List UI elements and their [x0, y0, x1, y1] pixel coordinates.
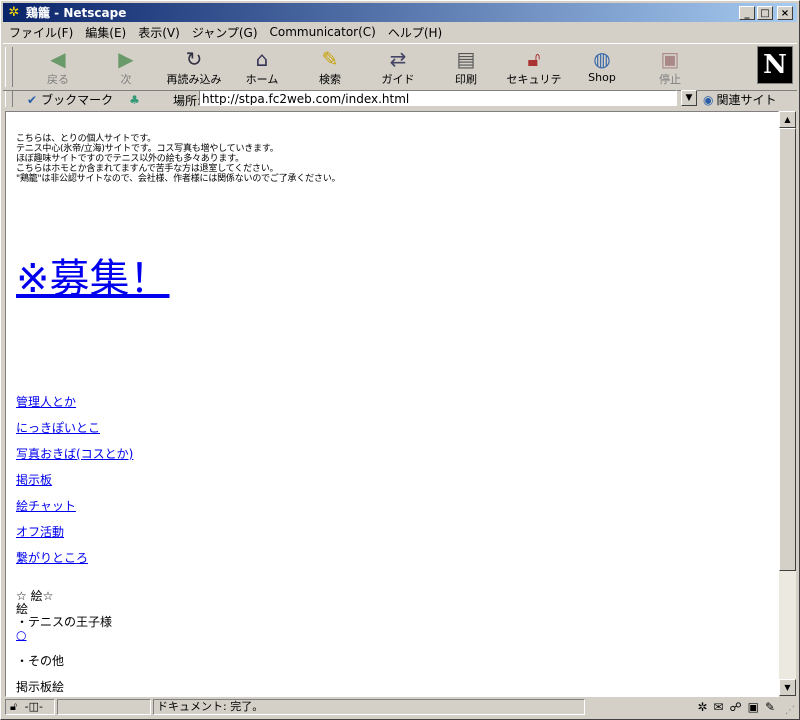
printer-icon: ▤ — [456, 47, 476, 71]
print-label: 印刷 — [455, 73, 477, 86]
stop-button[interactable]: ▣ 停止 — [639, 47, 701, 89]
link-diary[interactable]: にっきぽいとこ — [16, 420, 133, 446]
home-button[interactable]: ⌂ ホーム — [231, 47, 293, 89]
art-item-bbs: 掲示板絵 — [16, 680, 65, 694]
address-book-icon[interactable]: ▣ — [748, 700, 759, 714]
vertical-scrollbar[interactable]: ▲ ▼ — [779, 111, 796, 696]
shop-button[interactable]: ◍ Shop — [571, 47, 633, 89]
close-button[interactable]: × — [777, 5, 793, 20]
menu-view[interactable]: 表示(V) — [132, 24, 186, 41]
location-label: 場所: — [173, 94, 202, 108]
art-item-tennis: ・テニスの王子様 — [16, 615, 113, 629]
stop-icon: ▣ — [660, 47, 680, 71]
maximize-button[interactable]: □ — [757, 5, 773, 20]
link-photos[interactable]: 写真おきば(コスとか) — [16, 446, 133, 472]
reload-button[interactable]: ↻ 再読み込み — [163, 47, 225, 89]
component-bar: ✲ ✉ ☍ ▣ ✎ — [697, 700, 775, 714]
composer-icon[interactable]: ✎ — [765, 700, 775, 714]
recruit-link[interactable]: ※募集！ — [16, 246, 170, 304]
home-icon: ⌂ — [255, 47, 269, 71]
plug-icon: -◫- — [24, 700, 43, 713]
title-bar: ✲ 鶏籠 - Netscape _ □ × — [3, 3, 797, 22]
menu-communicator[interactable]: Communicator(C) — [264, 25, 382, 39]
status-text: ドキュメント: 完了。 — [153, 699, 585, 715]
search-label: 検索 — [319, 73, 341, 86]
link-oekaki-chat[interactable]: 絵チャット — [16, 498, 133, 524]
forward-arrow-icon: ▶ — [118, 47, 134, 71]
shop-bag-icon: ◍ — [593, 47, 611, 71]
art-section: ☆ 絵☆ 絵 ・テニスの王子様 ○ ・その他 掲示板絵 — [16, 590, 112, 694]
intro-line: こちらはホモとか含まれてますんで苦手な方は退室してください。 — [16, 164, 279, 174]
url-input[interactable]: http://stpa.fc2web.com/index.html — [199, 90, 677, 106]
navigation-toolbar: ◀ 戻る ▶ 次 ↻ 再読み込み ⌂ ホーム ✎ 検索 ⇄ ガイド ▤ 印刷 🔓… — [3, 43, 797, 102]
mail-icon[interactable]: ✉ — [713, 700, 723, 714]
menu-edit[interactable]: 編集(E) — [79, 24, 132, 41]
navigator-icon[interactable]: ✲ — [697, 700, 707, 714]
guide-button[interactable]: ⇄ ガイド — [367, 47, 429, 89]
bookmarks-label: ブックマーク — [41, 93, 114, 107]
back-label: 戻る — [47, 73, 69, 86]
related-sites-label: 関連サイト — [716, 93, 777, 107]
home-label: ホーム — [245, 73, 279, 86]
location-page-icon: ♣ — [129, 92, 140, 107]
intro-line: こちらは、とりの個人サイトです。 — [16, 134, 156, 144]
intro-line: ほぼ趣味サイトですのでテニス以外の絵も多々あります。 — [16, 154, 244, 164]
netscape-app-icon: ✲ — [8, 5, 20, 20]
browser-window: ✲ 鶏籠 - Netscape _ □ × ファイル(F) 編集(E) 表示(V… — [0, 0, 800, 720]
link-offline[interactable]: オフ活動 — [16, 524, 133, 550]
menu-help[interactable]: ヘルプ(H) — [382, 24, 448, 41]
page-content: こちらは、とりの個人サイトです。 テニス中心(氷帝/立海)サイトです。コス写真も… — [5, 111, 779, 697]
minimize-button[interactable]: _ — [739, 5, 755, 20]
intro-line: "鶏籠"は非公認サイトなので、会社様、作者様には関係ないのでご了承ください。 — [16, 174, 341, 184]
art-item-tennis-link[interactable]: ○ — [16, 629, 112, 642]
lock-icon: 🔓︎ — [527, 47, 541, 71]
security-button[interactable]: 🔓︎ セキュリティ — [503, 47, 565, 102]
scroll-up-button[interactable]: ▲ — [779, 111, 796, 128]
related-sites-icon: ◉ — [703, 92, 714, 107]
menu-bar: ファイル(F) 編集(E) 表示(V) ジャンプ(G) Communicator… — [3, 23, 797, 41]
back-arrow-icon: ◀ — [50, 47, 66, 71]
related-sites-button[interactable]: ◉ 関連サイト — [703, 91, 777, 108]
stop-label: 停止 — [659, 73, 681, 86]
search-button[interactable]: ✎ 検索 — [299, 47, 361, 89]
url-dropdown-button[interactable]: ▼ — [681, 90, 697, 106]
nav-links: 管理人とか にっきぽいとこ 写真おきば(コスとか) 掲示板 絵チャット オフ活動… — [16, 394, 133, 576]
link-admin[interactable]: 管理人とか — [16, 394, 133, 420]
bookmarks-button[interactable]: ✔ ブックマーク ♣ — [27, 91, 140, 108]
status-bar: 🔓︎ -◫- ドキュメント: 完了。 ✲ ✉ ☍ ▣ ✎ ⋰ — [3, 698, 797, 717]
forward-button[interactable]: ▶ 次 — [95, 47, 157, 89]
reload-label: 再読み込み — [166, 73, 222, 86]
link-links[interactable]: 繋がりところ — [16, 550, 133, 576]
link-bbs[interactable]: 掲示板 — [16, 472, 133, 498]
intro-text: こちらは、とりの個人サイトです。 テニス中心(氷帝/立海)サイトです。コス写真も… — [16, 134, 341, 184]
search-icon: ✎ — [321, 47, 339, 71]
bookmark-icon: ✔ — [27, 92, 38, 107]
progress-bar — [57, 699, 151, 715]
location-grip[interactable] — [5, 91, 13, 107]
intro-line: テニス中心(氷帝/立海)サイトです。コス写真も増やしていきます。 — [16, 144, 279, 154]
guide-icon: ⇄ — [389, 47, 407, 71]
reload-icon: ↻ — [185, 47, 203, 71]
menu-go[interactable]: ジャンプ(G) — [186, 24, 264, 41]
scroll-thumb[interactable] — [779, 128, 796, 571]
art-heading: ☆ 絵☆ — [16, 589, 54, 603]
window-title: 鶏籠 - Netscape — [26, 6, 127, 20]
shop-label: Shop — [588, 71, 616, 84]
forward-label: 次 — [120, 73, 132, 86]
scroll-down-button[interactable]: ▼ — [779, 679, 796, 696]
newsgroup-icon[interactable]: ☍ — [729, 700, 741, 714]
print-button[interactable]: ▤ 印刷 — [435, 47, 497, 89]
guide-label: ガイド — [381, 73, 415, 86]
netscape-logo[interactable]: N — [757, 46, 793, 84]
connection-status: 🔓︎ -◫- — [5, 699, 55, 715]
art-item-other: ・その他 — [16, 654, 65, 668]
location-toolbar: ✔ ブックマーク ♣ 場所: http://stpa.fc2web.com/in… — [3, 89, 797, 109]
resize-grip[interactable]: ⋰ — [785, 705, 795, 716]
security-status-icon: 🔓︎ — [10, 700, 18, 713]
back-button[interactable]: ◀ 戻る — [27, 47, 89, 89]
menu-file[interactable]: ファイル(F) — [3, 24, 79, 41]
toolbar-grip[interactable] — [5, 47, 13, 87]
